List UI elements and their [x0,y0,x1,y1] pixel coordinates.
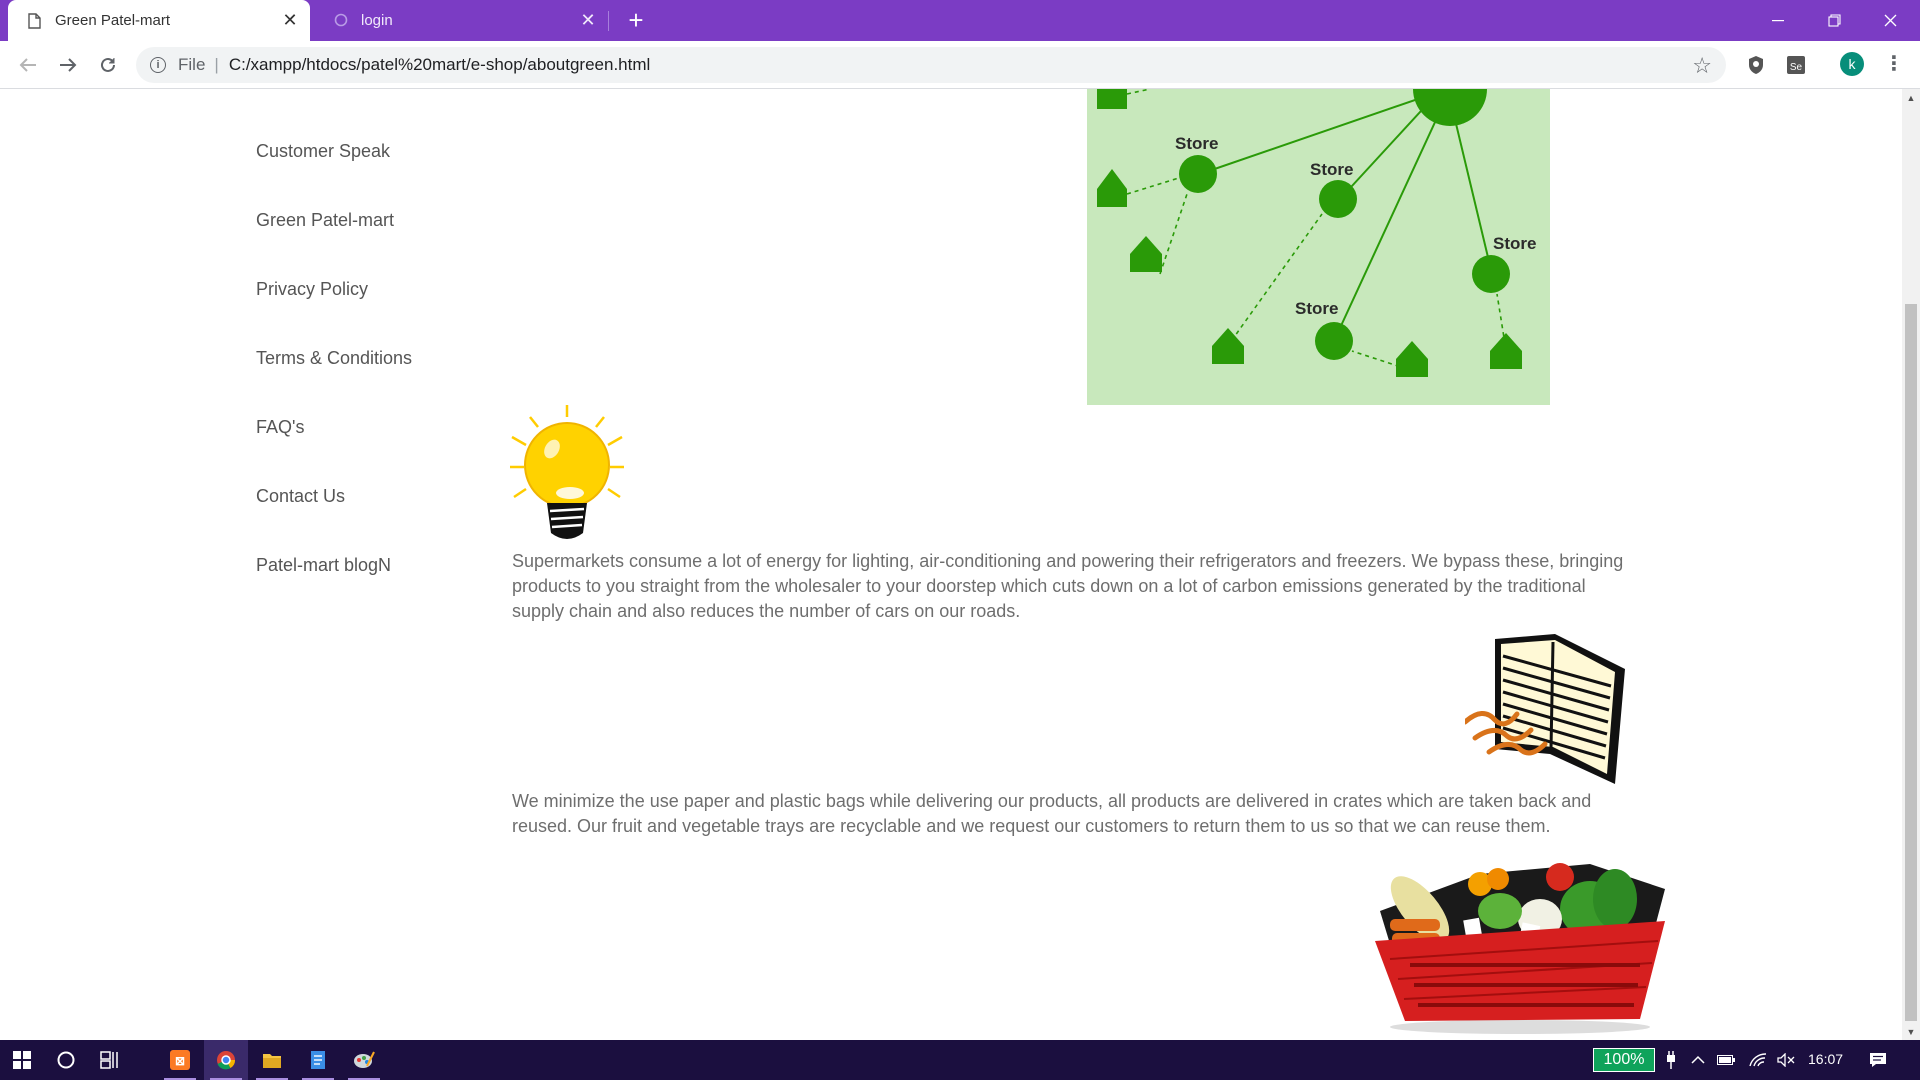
selenium-extension-icon[interactable]: Se [1784,53,1808,77]
url-divider: | [214,55,219,74]
xampp-icon[interactable]: ⊠ [158,1040,202,1080]
store-label: Store [1295,299,1338,318]
battery-percentage-badge: 100% [1593,1048,1655,1072]
chevron-up-icon[interactable] [1688,1050,1708,1070]
windows-taskbar: ⊠ 100% 16:07 [0,1040,1920,1080]
battery-icon[interactable] [1716,1050,1736,1070]
store-node [1319,180,1357,218]
sidebar-item-contact-us[interactable]: Contact Us [256,486,345,507]
store-node [1179,155,1217,193]
store-label: Store [1175,134,1218,153]
store-label: Store [1493,234,1536,253]
url-scheme: File [178,55,206,74]
packaging-paragraph: We minimize the use paper and plastic ba… [512,791,1592,836]
url-text[interactable]: C:/xampp/htdocs/patel%20mart/e-shop/abou… [229,55,650,75]
tab-title: login [361,12,393,29]
tab-separator [608,11,609,31]
browser-toolbar: i File | C:/xampp/htdocs/patel%20mart/e-… [0,41,1920,89]
sidebar-item-customer-speak[interactable]: Customer Speak [256,141,390,162]
loading-icon [334,13,348,29]
address-bar[interactable]: i File | C:/xampp/htdocs/patel%20mart/e-… [136,47,1726,83]
browser-tab-strip: Green Patel-mart ✕ login ✕ + [0,0,1920,41]
scroll-down-arrow-icon[interactable]: ▼ [1902,1023,1920,1040]
volume-muted-icon[interactable] [1776,1050,1796,1070]
sidebar-item-privacy-policy[interactable]: Privacy Policy [256,279,368,300]
notifications-icon[interactable] [1868,1050,1888,1070]
energy-paragraph: Supermarkets consume a lot of energy for… [512,551,1624,621]
wifi-icon[interactable] [1748,1050,1768,1070]
lightbulb-image [510,405,624,545]
close-tab-icon[interactable]: ✕ [278,9,302,33]
restore-icon[interactable] [1806,0,1862,41]
svg-text:⊠: ⊠ [175,1054,185,1068]
browser-menu-icon[interactable]: ⋮ [1884,52,1904,76]
windows-start-icon[interactable] [0,1040,44,1080]
page-icon [28,12,41,29]
power-plug-icon[interactable] [1661,1050,1681,1070]
task-view-icon[interactable] [88,1040,132,1080]
sidebar-item-terms-conditions[interactable]: Terms & Conditions [256,348,412,369]
info-icon[interactable]: i [150,57,166,73]
sidebar-item-blog[interactable]: Patel-mart blogN [256,555,391,576]
reload-icon[interactable] [94,51,122,79]
search-circle-icon[interactable] [44,1040,88,1080]
profile-avatar[interactable]: k [1840,52,1864,76]
tab-login[interactable]: login ✕ [314,0,608,41]
bookmark-star-icon[interactable]: ☆ [1692,53,1712,79]
scrollbar-thumb[interactable] [1905,304,1917,1021]
notepad-icon[interactable] [296,1040,340,1080]
minimize-icon[interactable] [1750,0,1806,41]
back-icon[interactable] [14,51,42,79]
crates-image [1462,634,1630,784]
chrome-icon[interactable] [204,1040,248,1080]
page-scrollbar[interactable]: ▲ ▼ [1902,89,1920,1040]
sidebar-item-green-patel-mart[interactable]: Green Patel-mart [256,210,394,231]
sidebar-item-faqs[interactable]: FAQ's [256,417,304,438]
shield-extension-icon[interactable] [1744,53,1768,77]
store-label: Store [1310,160,1353,179]
hub-node [1413,89,1487,126]
close-tab-icon[interactable]: ✕ [576,9,600,33]
paint-app-icon[interactable] [342,1040,386,1080]
svg-text:Se: Se [1790,62,1803,73]
tab-green-patel-mart[interactable]: Green Patel-mart ✕ [8,0,310,41]
taskbar-clock[interactable]: 16:07 [1808,1051,1843,1067]
scroll-up-arrow-icon[interactable]: ▲ [1902,89,1920,106]
close-window-icon[interactable] [1862,0,1918,41]
produce-basket-image [1370,849,1670,1034]
tab-title: Green Patel-mart [55,12,171,29]
new-tab-button[interactable]: + [622,7,650,34]
store-node [1472,255,1510,293]
forward-icon[interactable] [54,51,82,79]
store-node [1315,322,1353,360]
file-explorer-icon[interactable] [250,1040,294,1080]
distribution-network-image: Store Store Store Store [1087,89,1550,405]
page-viewport: Customer Speak Green Patel-mart Privacy … [0,89,1902,1040]
